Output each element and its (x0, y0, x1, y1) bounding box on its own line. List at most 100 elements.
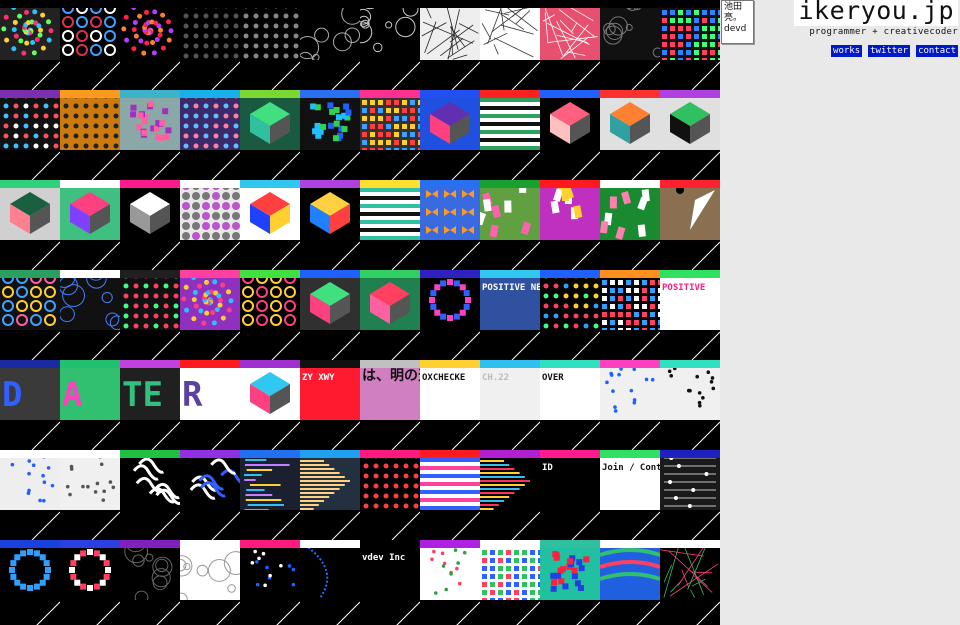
work-thumbnail[interactable] (480, 180, 540, 270)
work-thumbnail[interactable] (120, 90, 180, 180)
work-thumbnail[interactable] (120, 180, 180, 270)
work-thumbnail[interactable] (0, 450, 60, 540)
thumbnail-image: OVER (540, 360, 600, 420)
thumbnail-image (300, 90, 360, 150)
work-thumbnail[interactable] (360, 0, 420, 90)
work-thumbnail[interactable]: R (180, 360, 240, 450)
thumbnail-image (600, 270, 660, 330)
work-thumbnail[interactable] (60, 90, 120, 180)
work-thumbnail[interactable] (540, 180, 600, 270)
work-thumbnail[interactable] (0, 270, 60, 360)
work-thumbnail[interactable]: POSITIVE (660, 270, 720, 360)
work-thumbnail[interactable] (120, 540, 180, 625)
work-thumbnail[interactable] (0, 90, 60, 180)
work-thumbnail[interactable] (0, 540, 60, 625)
work-thumbnail[interactable] (300, 270, 360, 360)
work-thumbnail[interactable] (540, 540, 600, 625)
work-thumbnail[interactable] (300, 90, 360, 180)
work-thumbnail[interactable] (420, 540, 480, 625)
nav-contact-link[interactable]: contact (916, 45, 958, 57)
work-thumbnail[interactable] (480, 540, 540, 625)
work-thumbnail[interactable] (240, 180, 300, 270)
work-thumbnail[interactable] (660, 180, 720, 270)
work-thumbnail[interactable]: POSITIVE NEGATIVE (480, 270, 540, 360)
work-thumbnail[interactable] (360, 270, 420, 360)
work-thumbnail[interactable]: D (0, 360, 60, 450)
work-thumbnail[interactable] (420, 450, 480, 540)
thumbnail-color-bar (60, 180, 120, 188)
work-thumbnail[interactable] (60, 180, 120, 270)
work-thumbnail[interactable]: OXCHECKE (420, 360, 480, 450)
thumbnail-color-bar (300, 360, 360, 368)
work-thumbnail[interactable] (120, 270, 180, 360)
thumbnail-image (180, 450, 240, 510)
work-thumbnail[interactable] (240, 450, 300, 540)
work-thumbnail[interactable]: TE (120, 360, 180, 450)
work-thumbnail[interactable] (600, 180, 660, 270)
work-thumbnail[interactable] (180, 180, 240, 270)
thumbnail-color-bar (480, 90, 540, 98)
nav-works-link[interactable]: works (831, 45, 863, 57)
work-thumbnail[interactable]: OVER (540, 360, 600, 450)
work-thumbnail[interactable] (180, 270, 240, 360)
nav-twitter-link[interactable]: twitter (868, 45, 911, 57)
thumbnail-image (480, 0, 540, 60)
work-thumbnail[interactable] (300, 0, 360, 90)
work-thumbnail[interactable] (180, 90, 240, 180)
work-thumbnail[interactable] (240, 90, 300, 180)
work-thumbnail[interactable] (180, 450, 240, 540)
work-thumbnail[interactable]: ZY XWY (300, 360, 360, 450)
work-thumbnail[interactable]: は、明の天気 (360, 360, 420, 450)
work-thumbnail[interactable] (420, 270, 480, 360)
work-thumbnail[interactable] (60, 540, 120, 625)
work-thumbnail[interactable] (660, 0, 720, 90)
work-thumbnail[interactable] (60, 270, 120, 360)
work-thumbnail[interactable] (540, 90, 600, 180)
work-thumbnail[interactable] (420, 90, 480, 180)
work-thumbnail[interactable] (300, 540, 360, 625)
work-thumbnail[interactable] (480, 450, 540, 540)
work-thumbnail[interactable] (600, 0, 660, 90)
work-thumbnail[interactable]: Join / Contact (600, 450, 660, 540)
work-thumbnail[interactable] (180, 0, 240, 90)
work-thumbnail[interactable] (120, 450, 180, 540)
work-thumbnail[interactable] (360, 180, 420, 270)
slash-divider-icon (31, 241, 60, 270)
work-thumbnail[interactable] (300, 180, 360, 270)
slash-divider-icon (216, 601, 240, 625)
work-thumbnail[interactable] (300, 450, 360, 540)
work-thumbnail[interactable] (600, 90, 660, 180)
work-thumbnail[interactable] (240, 540, 300, 625)
work-thumbnail[interactable] (360, 450, 420, 540)
work-thumbnail[interactable] (660, 450, 720, 540)
thumbnail-color-bar (120, 540, 180, 548)
site-title[interactable]: ikeryou.jp (794, 0, 958, 26)
work-thumbnail[interactable]: A (60, 360, 120, 450)
work-thumbnail[interactable] (660, 90, 720, 180)
work-thumbnail[interactable] (480, 90, 540, 180)
work-thumbnail[interactable] (600, 360, 660, 450)
work-thumbnail[interactable]: vdev Inc (360, 540, 420, 625)
thumbnail-color-bar (60, 360, 120, 368)
work-thumbnail[interactable] (420, 0, 480, 90)
work-thumbnail[interactable] (180, 540, 240, 625)
work-thumbnail[interactable]: ID (540, 450, 600, 540)
work-thumbnail[interactable] (360, 90, 420, 180)
work-thumbnail[interactable] (540, 270, 600, 360)
work-thumbnail[interactable] (600, 540, 660, 625)
work-thumbnail[interactable] (420, 180, 480, 270)
work-thumbnail[interactable] (480, 0, 540, 90)
work-thumbnail[interactable] (660, 540, 720, 625)
work-thumbnail[interactable] (240, 0, 300, 90)
work-thumbnail[interactable] (0, 180, 60, 270)
work-thumbnail[interactable] (600, 270, 660, 360)
work-thumbnail[interactable]: CH.22 (480, 360, 540, 450)
work-thumbnail[interactable] (120, 0, 180, 90)
work-thumbnail[interactable] (0, 0, 60, 90)
work-thumbnail[interactable] (660, 360, 720, 450)
work-thumbnail[interactable] (240, 360, 300, 450)
work-thumbnail[interactable] (240, 270, 300, 360)
work-thumbnail[interactable] (60, 0, 120, 90)
work-thumbnail[interactable] (60, 450, 120, 540)
work-thumbnail[interactable] (540, 0, 600, 90)
